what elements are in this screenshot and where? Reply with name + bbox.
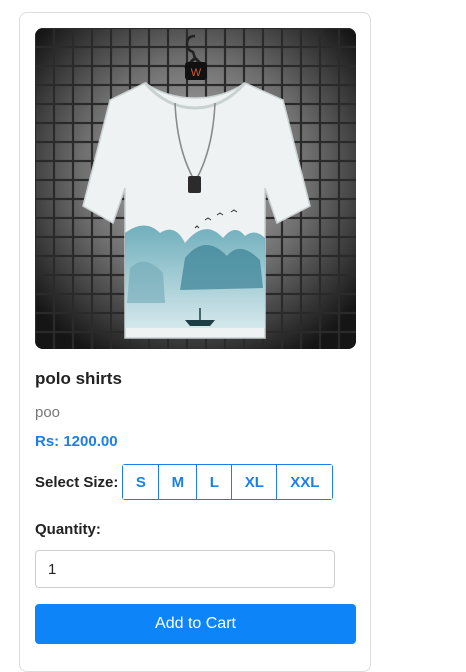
size-option-xxl[interactable]: XXL <box>277 465 333 499</box>
size-option-m[interactable]: M <box>159 465 198 499</box>
add-to-cart-button[interactable]: Add to Cart <box>35 604 356 644</box>
product-title: polo shirts <box>35 369 122 388</box>
svg-text:W: W <box>191 67 202 79</box>
quantity-input[interactable] <box>35 550 335 588</box>
size-button-group: S M L XL XXL <box>122 464 334 500</box>
product-description: poo <box>35 404 61 421</box>
size-option-xl[interactable]: XL <box>232 465 278 499</box>
size-label: Select Size: <box>35 473 119 491</box>
product-price: Rs: 1200.00 <box>35 433 118 450</box>
quantity-label: Quantity: <box>35 521 101 538</box>
product-image[interactable]: W <box>35 28 356 349</box>
size-selector: Select Size: S M L XL XXL <box>35 464 334 500</box>
tshirt-image-icon: W <box>35 28 356 349</box>
size-option-l[interactable]: L <box>197 465 233 499</box>
size-option-s[interactable]: S <box>123 465 160 499</box>
product-card: W polo shirts poo Rs: 1200.00 Select Siz… <box>19 12 371 672</box>
